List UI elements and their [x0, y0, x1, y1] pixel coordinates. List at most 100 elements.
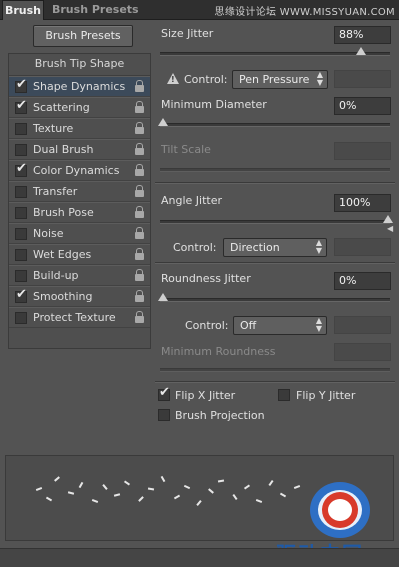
brush-dab: [196, 500, 202, 506]
brush-dab: [138, 496, 144, 502]
brush-setting-item[interactable]: ✔ Scattering: [9, 97, 150, 118]
scroll-right-icon[interactable]: ◀: [387, 224, 393, 233]
roundness-jitter-slider[interactable]: [158, 293, 390, 302]
brush-dab: [208, 488, 214, 494]
lock-icon[interactable]: [134, 269, 145, 281]
brush-dab: [54, 476, 60, 482]
size-jitter-field[interactable]: 88%: [334, 26, 391, 44]
lock-icon[interactable]: [134, 80, 145, 92]
setting-label: Color Dynamics: [33, 164, 120, 177]
flip-x-checkbox[interactable]: ✔: [158, 385, 170, 401]
brush-setting-item[interactable]: Wet Edges: [9, 244, 150, 265]
checkmark-icon: ✔: [16, 98, 27, 113]
brush-setting-item[interactable]: Build-up: [9, 265, 150, 286]
min-diameter-knob[interactable]: [158, 118, 168, 126]
select-arrows-icon: ▲ ▼: [315, 316, 322, 333]
setting-checkbox[interactable]: ✔: [15, 78, 27, 93]
section-divider: [155, 262, 395, 264]
tab-brush[interactable]: Brush: [2, 0, 44, 20]
brush-dab: [35, 487, 43, 491]
control-select-2[interactable]: Direction ▲ ▼: [223, 238, 327, 257]
brush-setting-item[interactable]: ✔ Smoothing: [9, 286, 150, 307]
setting-checkbox[interactable]: [15, 270, 27, 282]
lock-icon[interactable]: [134, 206, 145, 218]
setting-label: Noise: [33, 227, 64, 240]
tilt-scale-field: [334, 142, 391, 160]
brush-setting-item[interactable]: Transfer: [9, 181, 150, 202]
control-select-1[interactable]: Pen Pressure ▲ ▼: [232, 70, 328, 89]
setting-label: Scattering: [33, 101, 90, 114]
setting-label: Transfer: [33, 185, 78, 198]
tab-bar: Brush Brush Presets 思缘设计论坛 WWW.MISSYUAN.…: [0, 0, 399, 20]
roundness-jitter-knob[interactable]: [158, 293, 168, 301]
brush-dab: [183, 484, 191, 490]
lock-icon[interactable]: [134, 227, 145, 239]
lock-icon[interactable]: [134, 185, 145, 197]
setting-label: Brush Pose: [33, 206, 94, 219]
lock-icon[interactable]: [134, 164, 145, 176]
size-jitter-knob[interactable]: [356, 47, 366, 55]
flip-y-checkbox[interactable]: [278, 389, 290, 401]
setting-checkbox[interactable]: [15, 144, 27, 156]
section-divider: [155, 182, 395, 184]
control-label-1: Control:: [184, 73, 228, 86]
min-diameter-label: Minimum Diameter: [161, 98, 267, 111]
brush-setting-item[interactable]: Protect Texture: [9, 307, 150, 328]
setting-checkbox[interactable]: [15, 207, 27, 219]
angle-jitter-slider[interactable]: [160, 215, 393, 224]
min-diameter-slider[interactable]: [158, 118, 390, 127]
control-2-aux-field: [334, 238, 391, 256]
control-select-3[interactable]: Off ▲ ▼: [233, 316, 327, 335]
brush-tip-shape-item[interactable]: Brush Tip Shape: [9, 54, 150, 76]
setting-checkbox[interactable]: [15, 312, 27, 324]
lock-icon[interactable]: [134, 143, 145, 155]
lock-icon[interactable]: [134, 290, 145, 302]
section-divider: [155, 381, 395, 383]
setting-checkbox[interactable]: ✔: [15, 162, 27, 177]
lock-icon[interactable]: [134, 248, 145, 260]
control-label-2: Control:: [173, 241, 217, 254]
tab-brush-presets[interactable]: Brush Presets: [52, 0, 139, 20]
brush-dab: [123, 480, 131, 486]
setting-checkbox[interactable]: [15, 186, 27, 198]
watermark: 思缘设计论坛 WWW.MISSYUAN.COM: [214, 7, 395, 18]
lock-icon[interactable]: [134, 122, 145, 134]
brush-dab: [173, 494, 181, 500]
select-arrows-icon: ▲ ▼: [315, 238, 322, 255]
brush-presets-button[interactable]: Brush Presets: [33, 25, 133, 47]
flip-y-label: Flip Y Jitter: [296, 389, 356, 402]
control-1-aux-field: [334, 70, 391, 88]
size-jitter-slider[interactable]: [160, 47, 390, 56]
brush-setting-item[interactable]: Dual Brush: [9, 139, 150, 160]
setting-checkbox[interactable]: [15, 228, 27, 240]
min-diameter-field[interactable]: 0%: [334, 97, 391, 115]
brush-settings-list: Brush Tip Shape ✔ Shape Dynamics ✔ Scatteri…: [8, 53, 151, 349]
brush-dab: [217, 479, 225, 483]
setting-checkbox[interactable]: [15, 123, 27, 135]
angle-jitter-label: Angle Jitter: [161, 194, 223, 207]
setting-checkbox[interactable]: ✔: [15, 288, 27, 303]
setting-checkbox[interactable]: [15, 249, 27, 261]
setting-checkbox[interactable]: ✔: [15, 98, 27, 114]
lock-icon[interactable]: [134, 101, 145, 113]
angle-jitter-knob[interactable]: [383, 215, 393, 223]
tilt-scale-slider: [160, 168, 390, 172]
brush-dab: [91, 499, 99, 503]
brush-projection-checkbox[interactable]: [158, 409, 170, 421]
lock-icon[interactable]: [134, 311, 145, 323]
brush-setting-item[interactable]: ✔ Shape Dynamics: [9, 76, 150, 97]
checkmark-icon: ✔: [159, 385, 170, 400]
min-roundness-field: [334, 343, 391, 361]
brush-setting-item[interactable]: ✔ Color Dynamics: [9, 160, 150, 181]
brush-dab: [113, 493, 121, 497]
roundness-jitter-field[interactable]: 0%: [334, 272, 391, 290]
brush-setting-item[interactable]: Brush Pose: [9, 202, 150, 223]
angle-jitter-field[interactable]: 100%: [334, 194, 391, 212]
setting-label: Dual Brush: [33, 143, 94, 156]
brush-dab: [45, 496, 53, 502]
size-jitter-label: Size Jitter: [161, 27, 214, 40]
brush-dab: [268, 479, 274, 487]
min-roundness-label: Minimum Roundness: [161, 345, 276, 358]
brush-setting-item[interactable]: Texture: [9, 118, 150, 139]
brush-setting-item[interactable]: Noise: [9, 223, 150, 244]
